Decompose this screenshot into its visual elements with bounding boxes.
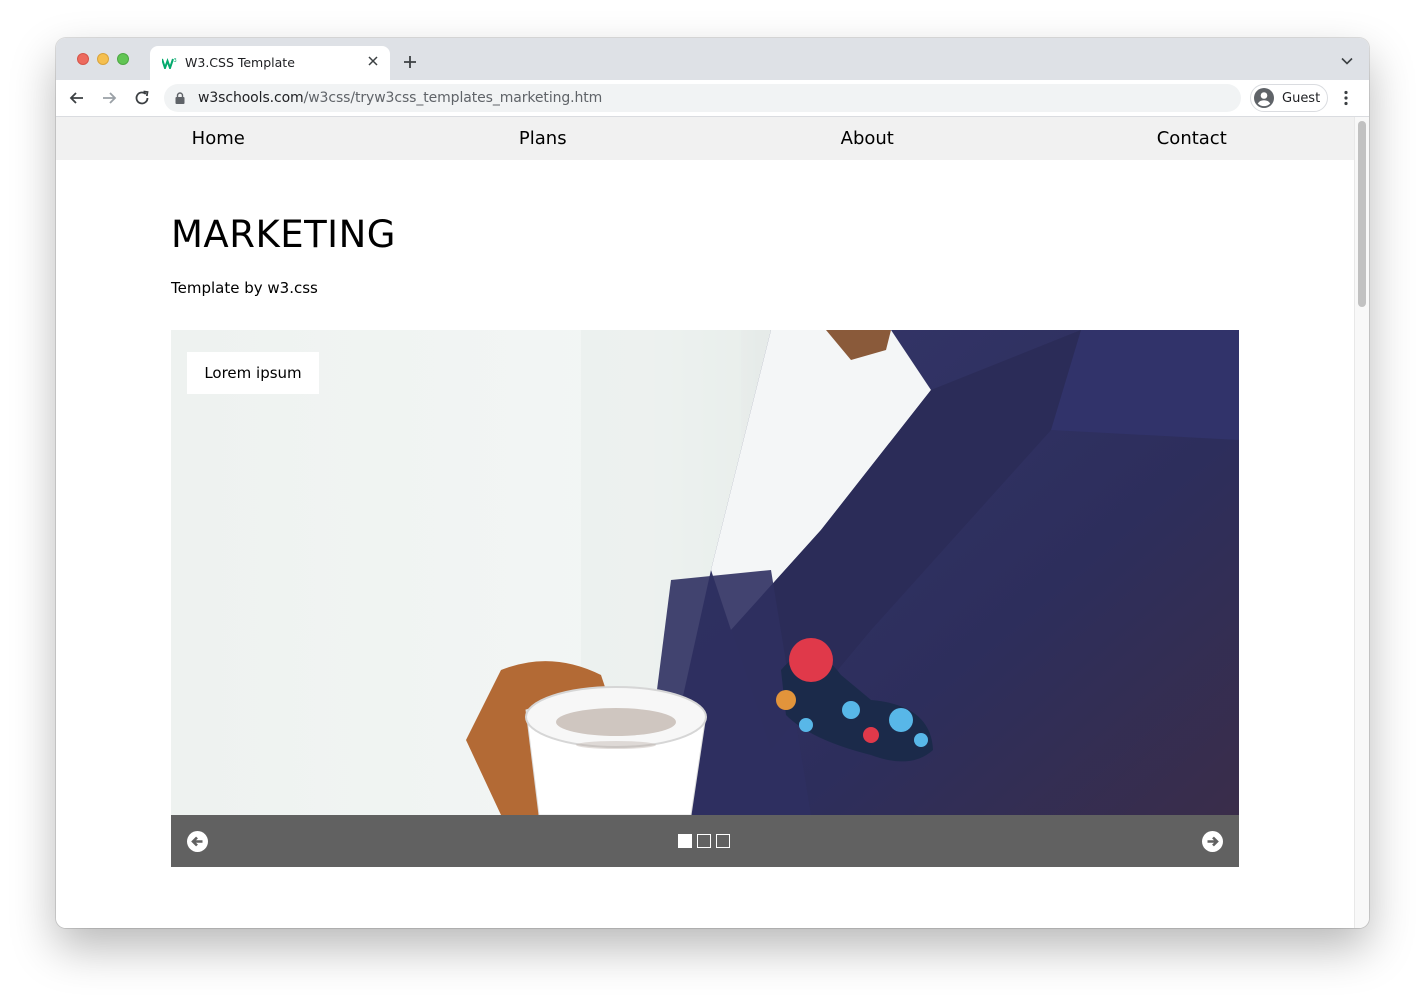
next-slide-arrow-icon[interactable]	[1202, 831, 1223, 852]
minimize-window-button[interactable]	[97, 53, 109, 65]
new-tab-icon[interactable]	[402, 54, 418, 70]
close-tab-icon[interactable]	[366, 54, 380, 68]
page-title: MARKETING	[171, 213, 396, 256]
slide-indicators	[678, 834, 730, 850]
page-viewport: Home Plans About Contact MARKETING Templ…	[56, 117, 1354, 928]
slideshow: Lorem ipsum	[171, 330, 1239, 867]
tab-title: W3.CSS Template	[185, 55, 295, 70]
coffee-suit-photo	[171, 330, 1239, 815]
nav-item-contact[interactable]: Contact	[1030, 117, 1355, 160]
close-window-button[interactable]	[77, 53, 89, 65]
tab-search-chevron-icon[interactable]	[1341, 57, 1353, 65]
lock-icon	[175, 92, 185, 104]
url-path: /w3css/tryw3css_templates_marketing.htm	[303, 90, 603, 106]
url-host: w3schools.com	[198, 90, 304, 106]
page-subtitle: Template by w3.css	[171, 279, 318, 297]
profile-button[interactable]: Guest	[1250, 84, 1328, 112]
back-arrow-icon[interactable]	[68, 89, 86, 107]
nav-item-about[interactable]: About	[705, 117, 1030, 160]
slideshow-controls	[171, 815, 1239, 867]
slide-dot-2[interactable]	[697, 834, 711, 848]
svg-text:3: 3	[174, 58, 177, 64]
profile-label: Guest	[1282, 91, 1321, 106]
w3schools-favicon-icon: 3	[162, 58, 177, 69]
page-scrollbar[interactable]	[1354, 117, 1369, 928]
address-bar[interactable]: w3schools.com/w3css/tryw3css_templates_m…	[164, 84, 1241, 112]
scrollbar-thumb[interactable]	[1358, 121, 1366, 307]
browser-window: 3 W3.CSS Template w3schools.com/w3css/tr…	[56, 38, 1369, 928]
maximize-window-button[interactable]	[117, 53, 129, 65]
reload-icon[interactable]	[133, 89, 151, 107]
slide-dot-3[interactable]	[716, 834, 730, 848]
tab-strip: 3 W3.CSS Template	[56, 38, 1369, 80]
account-avatar-icon	[1254, 88, 1274, 108]
more-options-icon[interactable]	[1342, 90, 1350, 106]
browser-toolbar: w3schools.com/w3css/tryw3css_templates_m…	[56, 80, 1369, 117]
forward-arrow-icon[interactable]	[100, 89, 118, 107]
slide-caption: Lorem ipsum	[187, 352, 319, 394]
nav-item-plans[interactable]: Plans	[381, 117, 706, 160]
top-navbar: Home Plans About Contact	[56, 117, 1354, 160]
nav-item-home[interactable]: Home	[56, 117, 381, 160]
slide-dot-1[interactable]	[678, 834, 692, 848]
previous-slide-arrow-icon[interactable]	[187, 831, 208, 852]
browser-tab[interactable]: 3 W3.CSS Template	[150, 46, 390, 80]
url-text: w3schools.com/w3css/tryw3css_templates_m…	[198, 90, 602, 106]
